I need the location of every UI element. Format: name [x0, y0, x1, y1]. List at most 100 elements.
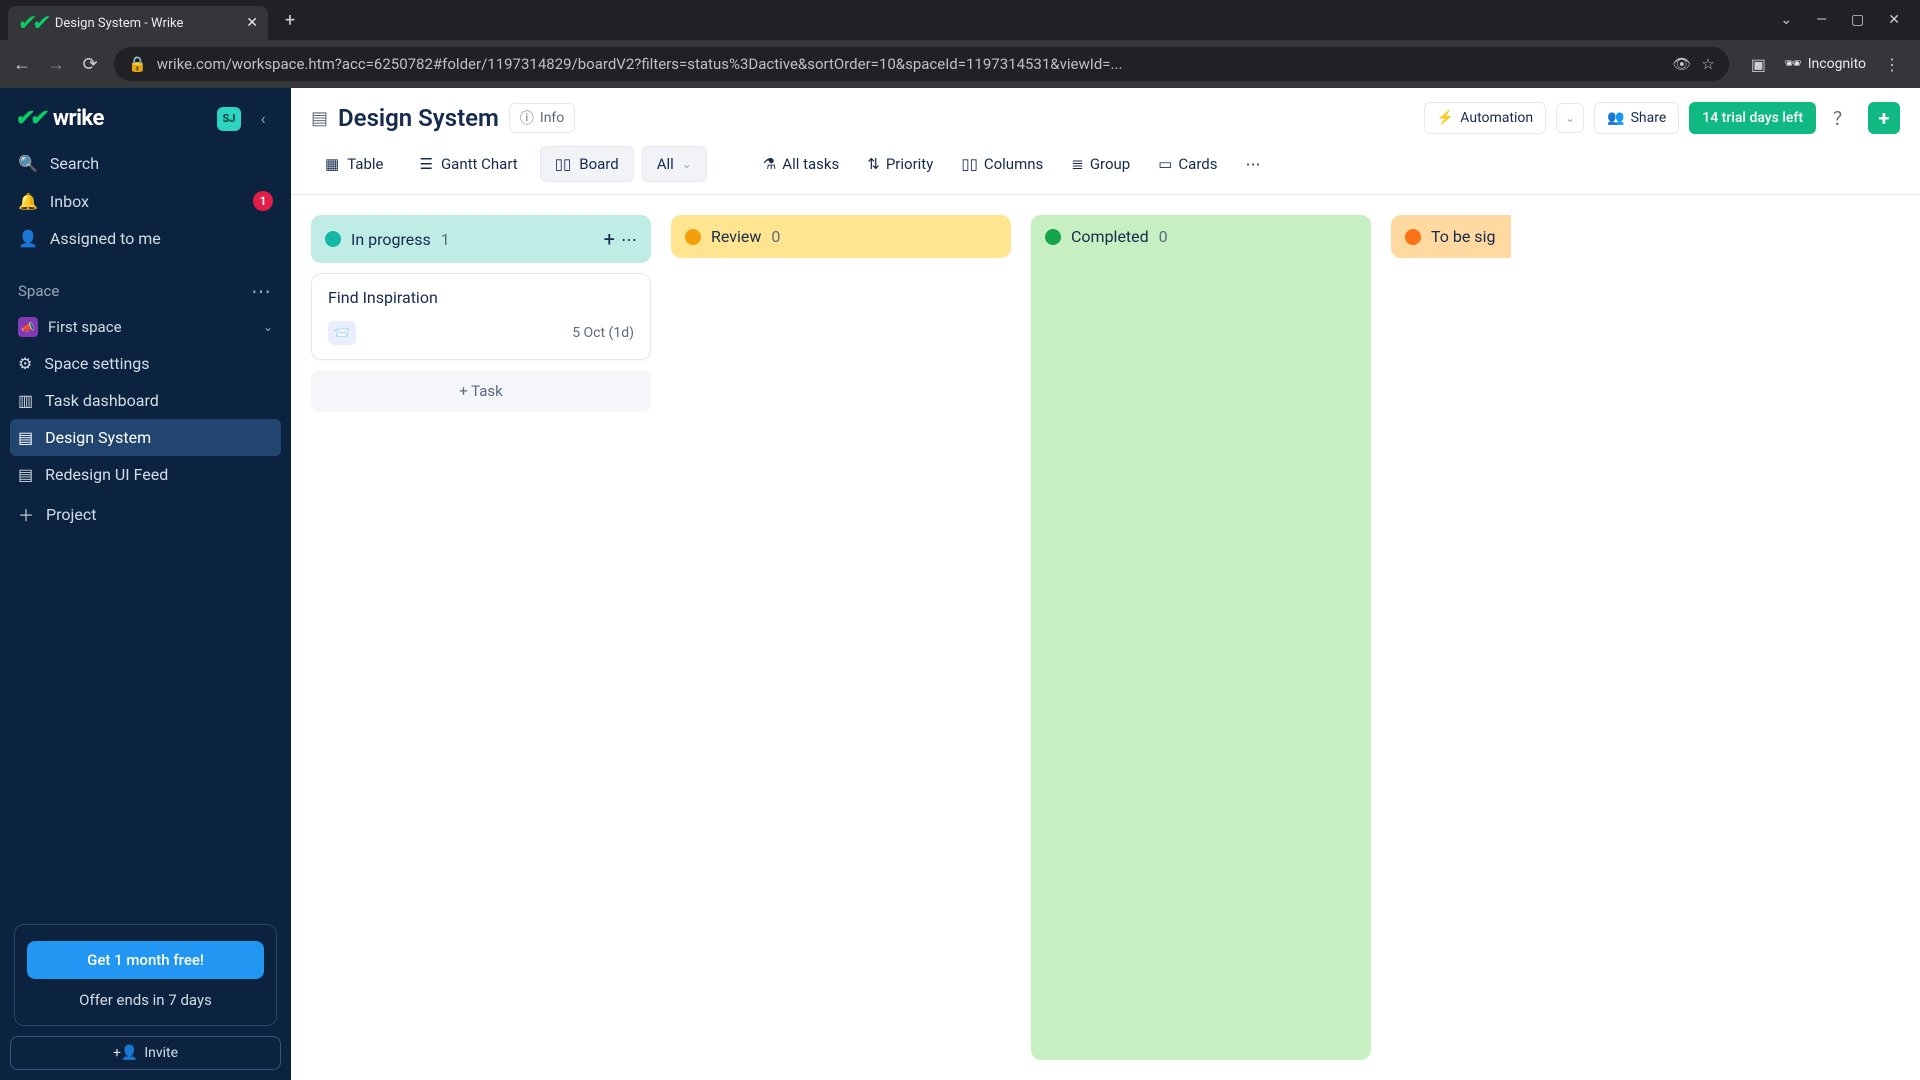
view-tab-table[interactable]: ▦ Table	[311, 147, 398, 181]
close-tab-icon[interactable]: ✕	[246, 15, 258, 31]
column-review: Review 0	[671, 215, 1011, 1060]
project-icon: ▤	[18, 428, 33, 447]
window-controls: ⌄ ― ▢ ✕	[1780, 12, 1920, 28]
table-icon: ▦	[325, 155, 339, 173]
promo-card: Get 1 month free! Offer ends in 7 days	[14, 924, 277, 1026]
column-menu-icon[interactable]: ⋯	[621, 230, 637, 249]
sidebar-item-task-dashboard[interactable]: ▥ Task dashboard	[10, 382, 281, 419]
wrike-favicon: ✔✔	[16, 11, 48, 36]
column-header-completed[interactable]: Completed 0	[1031, 215, 1371, 258]
space-selector[interactable]: 📣 First space ⌄	[10, 309, 281, 345]
chevron-down-icon: ⌄	[682, 157, 692, 171]
plus-icon: +	[1879, 106, 1890, 130]
sidebar-search[interactable]: 🔍 Search	[10, 145, 281, 182]
reload-icon[interactable]: ⟳	[80, 54, 100, 75]
extensions-icon[interactable]: ▣	[1751, 55, 1766, 74]
sidebar-item-space-settings[interactable]: ⚙ Space settings	[10, 345, 281, 382]
view-tab-board[interactable]: ▯▯ Board	[540, 146, 634, 182]
column-header-in-progress[interactable]: In progress 1 + ⋯	[311, 215, 651, 263]
space-icon: 📣	[18, 317, 38, 337]
toolbar-group[interactable]: ≣ Group	[1061, 149, 1140, 179]
status-dot-yellow	[685, 229, 701, 245]
task-card-title: Find Inspiration	[328, 288, 634, 307]
space-menu-icon[interactable]: ⋯	[251, 279, 273, 303]
status-dot-teal	[325, 231, 341, 247]
new-tab-button[interactable]: +	[276, 6, 304, 34]
gantt-icon: ☰	[420, 155, 433, 173]
info-icon: ⓘ	[520, 108, 534, 128]
browser-menu-icon[interactable]: ⋮	[1884, 55, 1900, 74]
bell-icon: 🔔	[18, 192, 38, 211]
toolbar-cards[interactable]: ▭ Cards	[1148, 149, 1227, 179]
status-dot-green	[1045, 229, 1061, 245]
group-icon: ≣	[1071, 155, 1084, 173]
task-type-icon: 📨	[328, 321, 356, 345]
main-content: ▤ Design System ⓘ Info ⚡ Automation ⌄ 👥 …	[291, 88, 1920, 1080]
add-task-button[interactable]: + Task	[311, 370, 651, 412]
forward-icon[interactable]: →	[46, 54, 66, 75]
user-icon: 👤	[18, 229, 38, 248]
project-icon: ▤	[18, 465, 33, 484]
dashboard-icon: ▥	[18, 391, 33, 410]
avatar[interactable]: SJ	[217, 107, 241, 131]
view-tab-gantt[interactable]: ☰ Gantt Chart	[406, 147, 532, 181]
share-button[interactable]: 👥 Share	[1594, 102, 1679, 134]
task-due-date: 5 Oct (1d)	[572, 325, 634, 341]
tab-title: Design System - Wrike	[55, 16, 184, 31]
bookmark-icon[interactable]: ☆	[1701, 55, 1714, 73]
column-in-progress: In progress 1 + ⋯ Find Inspiration 📨 5 O…	[311, 215, 651, 1060]
help-button[interactable]: ？	[1826, 102, 1858, 134]
column-header-to-be-signed[interactable]: To be sig	[1391, 215, 1511, 258]
url-field[interactable]: 🔒 wrike.com/workspace.htm?acc=6250782#fo…	[114, 47, 1729, 81]
filter-icon: ⚗	[763, 155, 776, 173]
collapse-sidebar-icon[interactable]: ‹	[251, 107, 275, 131]
chevron-down-icon: ⌄	[263, 320, 273, 334]
task-card[interactable]: Find Inspiration 📨 5 Oct (1d)	[311, 273, 651, 360]
automation-dropdown[interactable]: ⌄	[1556, 103, 1584, 133]
toolbar-columns[interactable]: ▯▯ Columns	[951, 149, 1053, 179]
column-header-review[interactable]: Review 0	[671, 215, 1011, 258]
wrike-logo[interactable]: ✔✔ wrike	[16, 106, 104, 131]
tab-search-icon[interactable]: ⌄	[1780, 12, 1792, 28]
back-icon[interactable]: ←	[12, 54, 32, 75]
project-icon: ▤	[311, 108, 328, 129]
help-icon: ？	[1833, 105, 1851, 131]
minimize-icon[interactable]: ―	[1816, 12, 1827, 28]
browser-titlebar: ✔✔ Design System - Wrike ✕ + ⌄ ― ▢ ✕	[0, 0, 1920, 40]
filter-all-dropdown[interactable]: All ⌄	[642, 146, 707, 182]
browser-addressbar: ← → ⟳ 🔒 wrike.com/workspace.htm?acc=6250…	[0, 40, 1920, 88]
sidebar-add-project[interactable]: ＋ Project	[10, 493, 281, 535]
close-window-icon[interactable]: ✕	[1888, 12, 1900, 28]
hide-tracking-icon[interactable]: 👁	[1672, 55, 1691, 73]
search-icon: 🔍	[18, 154, 38, 173]
url-text: wrike.com/workspace.htm?acc=6250782#fold…	[157, 55, 1123, 73]
info-button[interactable]: ⓘ Info	[509, 103, 575, 133]
column-completed: Completed 0	[1031, 215, 1371, 1060]
incognito-badge: 🕶 Incognito	[1784, 56, 1866, 72]
maximize-icon[interactable]: ▢	[1851, 12, 1864, 28]
incognito-icon: 🕶	[1784, 56, 1802, 72]
columns-icon: ▯▯	[961, 155, 978, 173]
sidebar-item-design-system[interactable]: ▤ Design System	[10, 419, 281, 456]
cards-icon: ▭	[1158, 155, 1172, 173]
sidebar-assigned[interactable]: 👤 Assigned to me	[10, 220, 281, 257]
invite-button[interactable]: +👤 Invite	[10, 1036, 281, 1070]
trial-badge[interactable]: 14 trial days left	[1689, 102, 1816, 134]
browser-tab[interactable]: ✔✔ Design System - Wrike ✕	[8, 6, 268, 40]
column-to-be-signed: To be sig	[1391, 215, 1511, 1060]
gear-icon: ⚙	[18, 354, 32, 373]
toolbar-all-tasks[interactable]: ⚗ All tasks	[753, 149, 849, 179]
toolbar-more[interactable]: ⋯	[1236, 149, 1271, 179]
automation-button[interactable]: ⚡ Automation	[1424, 102, 1546, 134]
board-icon: ▯▯	[555, 155, 572, 173]
promo-button[interactable]: Get 1 month free!	[27, 941, 264, 979]
create-button[interactable]: +	[1868, 102, 1900, 134]
inbox-badge: 1	[253, 191, 273, 211]
toolbar-priority[interactable]: ⇅ Priority	[857, 149, 943, 179]
bolt-icon: ⚡	[1437, 110, 1454, 126]
lock-icon: 🔒	[128, 55, 147, 73]
chevron-down-icon: ⌄	[1565, 111, 1575, 125]
sidebar-item-redesign-ui-feed[interactable]: ▤ Redesign UI Feed	[10, 456, 281, 493]
sidebar-inbox[interactable]: 🔔 Inbox 1	[10, 182, 281, 220]
add-card-icon[interactable]: +	[604, 227, 615, 251]
